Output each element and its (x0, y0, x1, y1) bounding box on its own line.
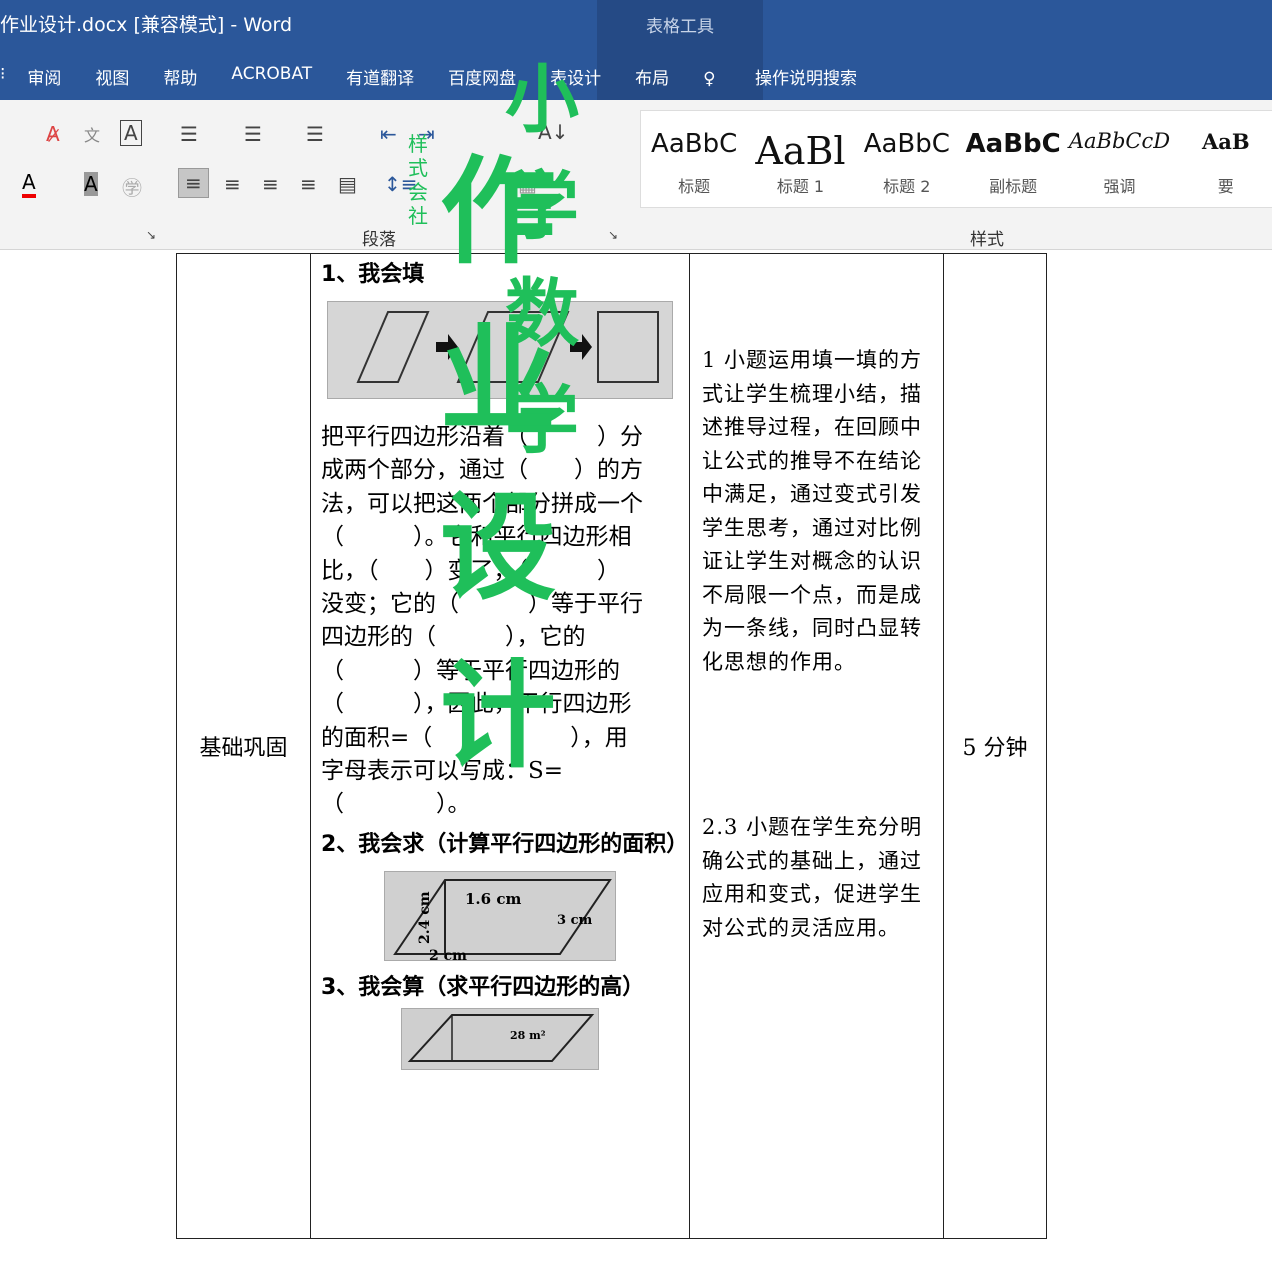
style-sample: AaBbC (965, 129, 1061, 159)
text-line: 比，（ ）变了，（ ） (321, 557, 620, 584)
decrease-indent-icon[interactable]: ⇤ (380, 122, 397, 146)
content-cell: 1、我会填 把平行四边形沿着（ ）分 成两个部分，通过（ ）的方 法，可以把这两… (310, 253, 690, 1239)
style-sample: AaB (1201, 129, 1250, 154)
lightbulb-icon: ♀ (703, 69, 722, 89)
text-line: 没变；它的（ ）等于平行 (321, 591, 643, 618)
fig-label: 2 cm (429, 948, 467, 961)
tab-review[interactable]: 审阅 (27, 64, 61, 90)
tab-layout[interactable]: 布局 (635, 64, 669, 90)
fig-label: 2.4 cm (417, 891, 433, 944)
align-right-icon[interactable]: ≡ (262, 172, 279, 196)
ribbon-tabs: ⁝ 审阅 视图 帮助 ACROBAT 有道翻译 百度网盘 表设计 布局 ♀ 操作… (0, 64, 925, 90)
text-line: （ ）等于平行四边形的 (321, 657, 620, 684)
text-line: 字母表示可以写成：S= (321, 758, 564, 785)
style-label: 要 (1217, 177, 1234, 196)
style-label: 标题 2 (883, 177, 931, 196)
enclose-char-icon[interactable]: ㊫ (122, 172, 142, 201)
style-label: 副标题 (989, 177, 1038, 196)
search-label: 操作说明搜索 (755, 69, 858, 89)
font-color-icon[interactable]: A (22, 170, 36, 198)
sort-icon[interactable]: A↓ (538, 120, 568, 144)
design-notes-cell: 1 小题运用填一填的方式让学生梳理小结，描述推导过程，在回顾中让公式的推导不在结… (689, 253, 944, 1239)
text-line: （ ）。 (321, 791, 471, 818)
line-spacing-icon[interactable]: ↕≡ (384, 172, 418, 196)
q2-parallelogram-figure: 1.6 cm 3 cm 2.4 cm 2 cm (384, 870, 616, 961)
styles-gallery: AaBbC 标题 AaBl 标题 1 AaBbC 标题 2 AaBbC 副标题 AaBb… (640, 110, 1272, 208)
category-cell: 基础巩固 (176, 253, 311, 1239)
parallelogram-transform-figure (327, 301, 673, 399)
window-title: 作业设计.docx [兼容模式] - Word (0, 14, 293, 36)
style-title[interactable]: AaBbC 标题 (641, 111, 747, 207)
tab-baidu[interactable]: 百度网盘 (448, 64, 516, 90)
text-line: 法，可以把这两个部分拼成一个 (321, 490, 643, 517)
style-sample: AaBbCcD (1068, 129, 1171, 153)
group-styles-label: 样式 (970, 230, 1004, 250)
group-paragraph-label: 段落 (362, 230, 396, 250)
q1-title: 1、我会填 (321, 262, 425, 287)
style-label: 强调 (1103, 177, 1136, 196)
q1-text: 把平行四边形沿着（ ）分 成两个部分，通过（ ）的方 法，可以把这两个部分拼成一… (321, 421, 679, 822)
text-line: 把平行四边形沿着（ ）分 (321, 424, 643, 450)
style-more[interactable]: AaB 要 (1173, 111, 1272, 207)
style-sample: AaBbC (863, 129, 950, 159)
homework-table: 基础巩固 1、我会填 把平行四边形沿着（ ）分 成两个部分，通过（ ）的方 法，… (176, 253, 1047, 1239)
time-cell: 5 分钟 (943, 253, 1047, 1239)
q3-parallelogram-figure: 28 m² (401, 1007, 599, 1070)
distributed-icon[interactable]: ▤ (338, 172, 357, 196)
style-label: 标题 (678, 177, 711, 196)
style-emphasis[interactable]: AaBbCcD 强调 (1066, 111, 1172, 207)
text-line: 四边形的（ ），它的 (321, 624, 586, 651)
phonetic-guide-icon[interactable]: 文 (84, 122, 100, 146)
borders-icon[interactable]: ▦ (518, 172, 537, 196)
text-line: 的面积=（ ），用 (321, 724, 628, 751)
tab-table-design[interactable]: 表设计 (550, 64, 601, 90)
align-center-icon[interactable]: ≡ (224, 172, 241, 196)
clear-format-icon[interactable]: A̷ (46, 122, 60, 146)
dialog-launcher-icon[interactable]: ↘ (608, 228, 618, 242)
text-line: 成两个部分，通过（ ）的方 (321, 457, 643, 484)
bullets-icon[interactable]: ☰ (180, 122, 198, 146)
tell-me-search[interactable]: ♀ 操作说明搜索 (703, 64, 891, 90)
char-shading-icon[interactable]: A (84, 172, 98, 196)
multilevel-list-icon[interactable]: ☰ (306, 122, 324, 146)
tab-youdao[interactable]: 有道翻译 (346, 64, 414, 90)
tab-view[interactable]: 视图 (95, 64, 129, 90)
q3-title: 3、我会算（求平行四边形的高） (321, 974, 645, 1000)
style-label: 标题 1 (776, 177, 825, 196)
style-subtitle[interactable]: AaBbC 副标题 (960, 111, 1066, 207)
style-sample: AaBl (755, 129, 846, 165)
ribbon: A̷ 文 A A A ㊫ ☰ ☰ ☰ ⇤ ⇥ A↓ ≡ ≡ ≡ ≡ ▤ ↕≡ ▦… (0, 100, 1272, 250)
tab-acrobat[interactable]: ACROBAT (231, 64, 312, 90)
align-left-icon[interactable]: ≡ (178, 168, 209, 198)
fig-label: 3 cm (557, 913, 592, 928)
style-heading-2[interactable]: AaBbC 标题 2 (854, 111, 960, 207)
tab-fragment[interactable]: ⁝ (0, 64, 5, 90)
style-heading-1[interactable]: AaBl 标题 1 (747, 111, 853, 207)
q2-title: 2、我会求（计算平行四边形的面积） (321, 831, 689, 857)
fig-label: 1.6 cm (465, 890, 521, 908)
numbering-icon[interactable]: ☰ (244, 122, 262, 146)
note-2: 2.3 小题在学生充分明确公式的基础上，通过应用和变式，促进学生对公式的灵活应用… (702, 815, 923, 940)
char-border-icon[interactable]: A (120, 120, 142, 146)
justify-icon[interactable]: ≡ (300, 172, 317, 196)
fig-label: 28 m² (510, 1029, 546, 1042)
increase-indent-icon[interactable]: ⇥ (418, 122, 435, 146)
tab-help[interactable]: 帮助 (163, 64, 197, 90)
text-line: （ ），因此，平行四边形 (321, 691, 632, 718)
text-line: （ ）。它和平行四边形相 (321, 524, 632, 551)
dialog-launcher-icon[interactable]: ↘ (146, 228, 156, 242)
style-sample: AaBbC (651, 129, 738, 159)
note-1: 1 小题运用填一填的方式让学生梳理小结，描述推导过程，在回顾中让公式的推导不在结… (702, 348, 923, 674)
title-bar: 作业设计.docx [兼容模式] - Word 表格工具 ⁝ 审阅 视图 帮助 … (0, 0, 1272, 100)
